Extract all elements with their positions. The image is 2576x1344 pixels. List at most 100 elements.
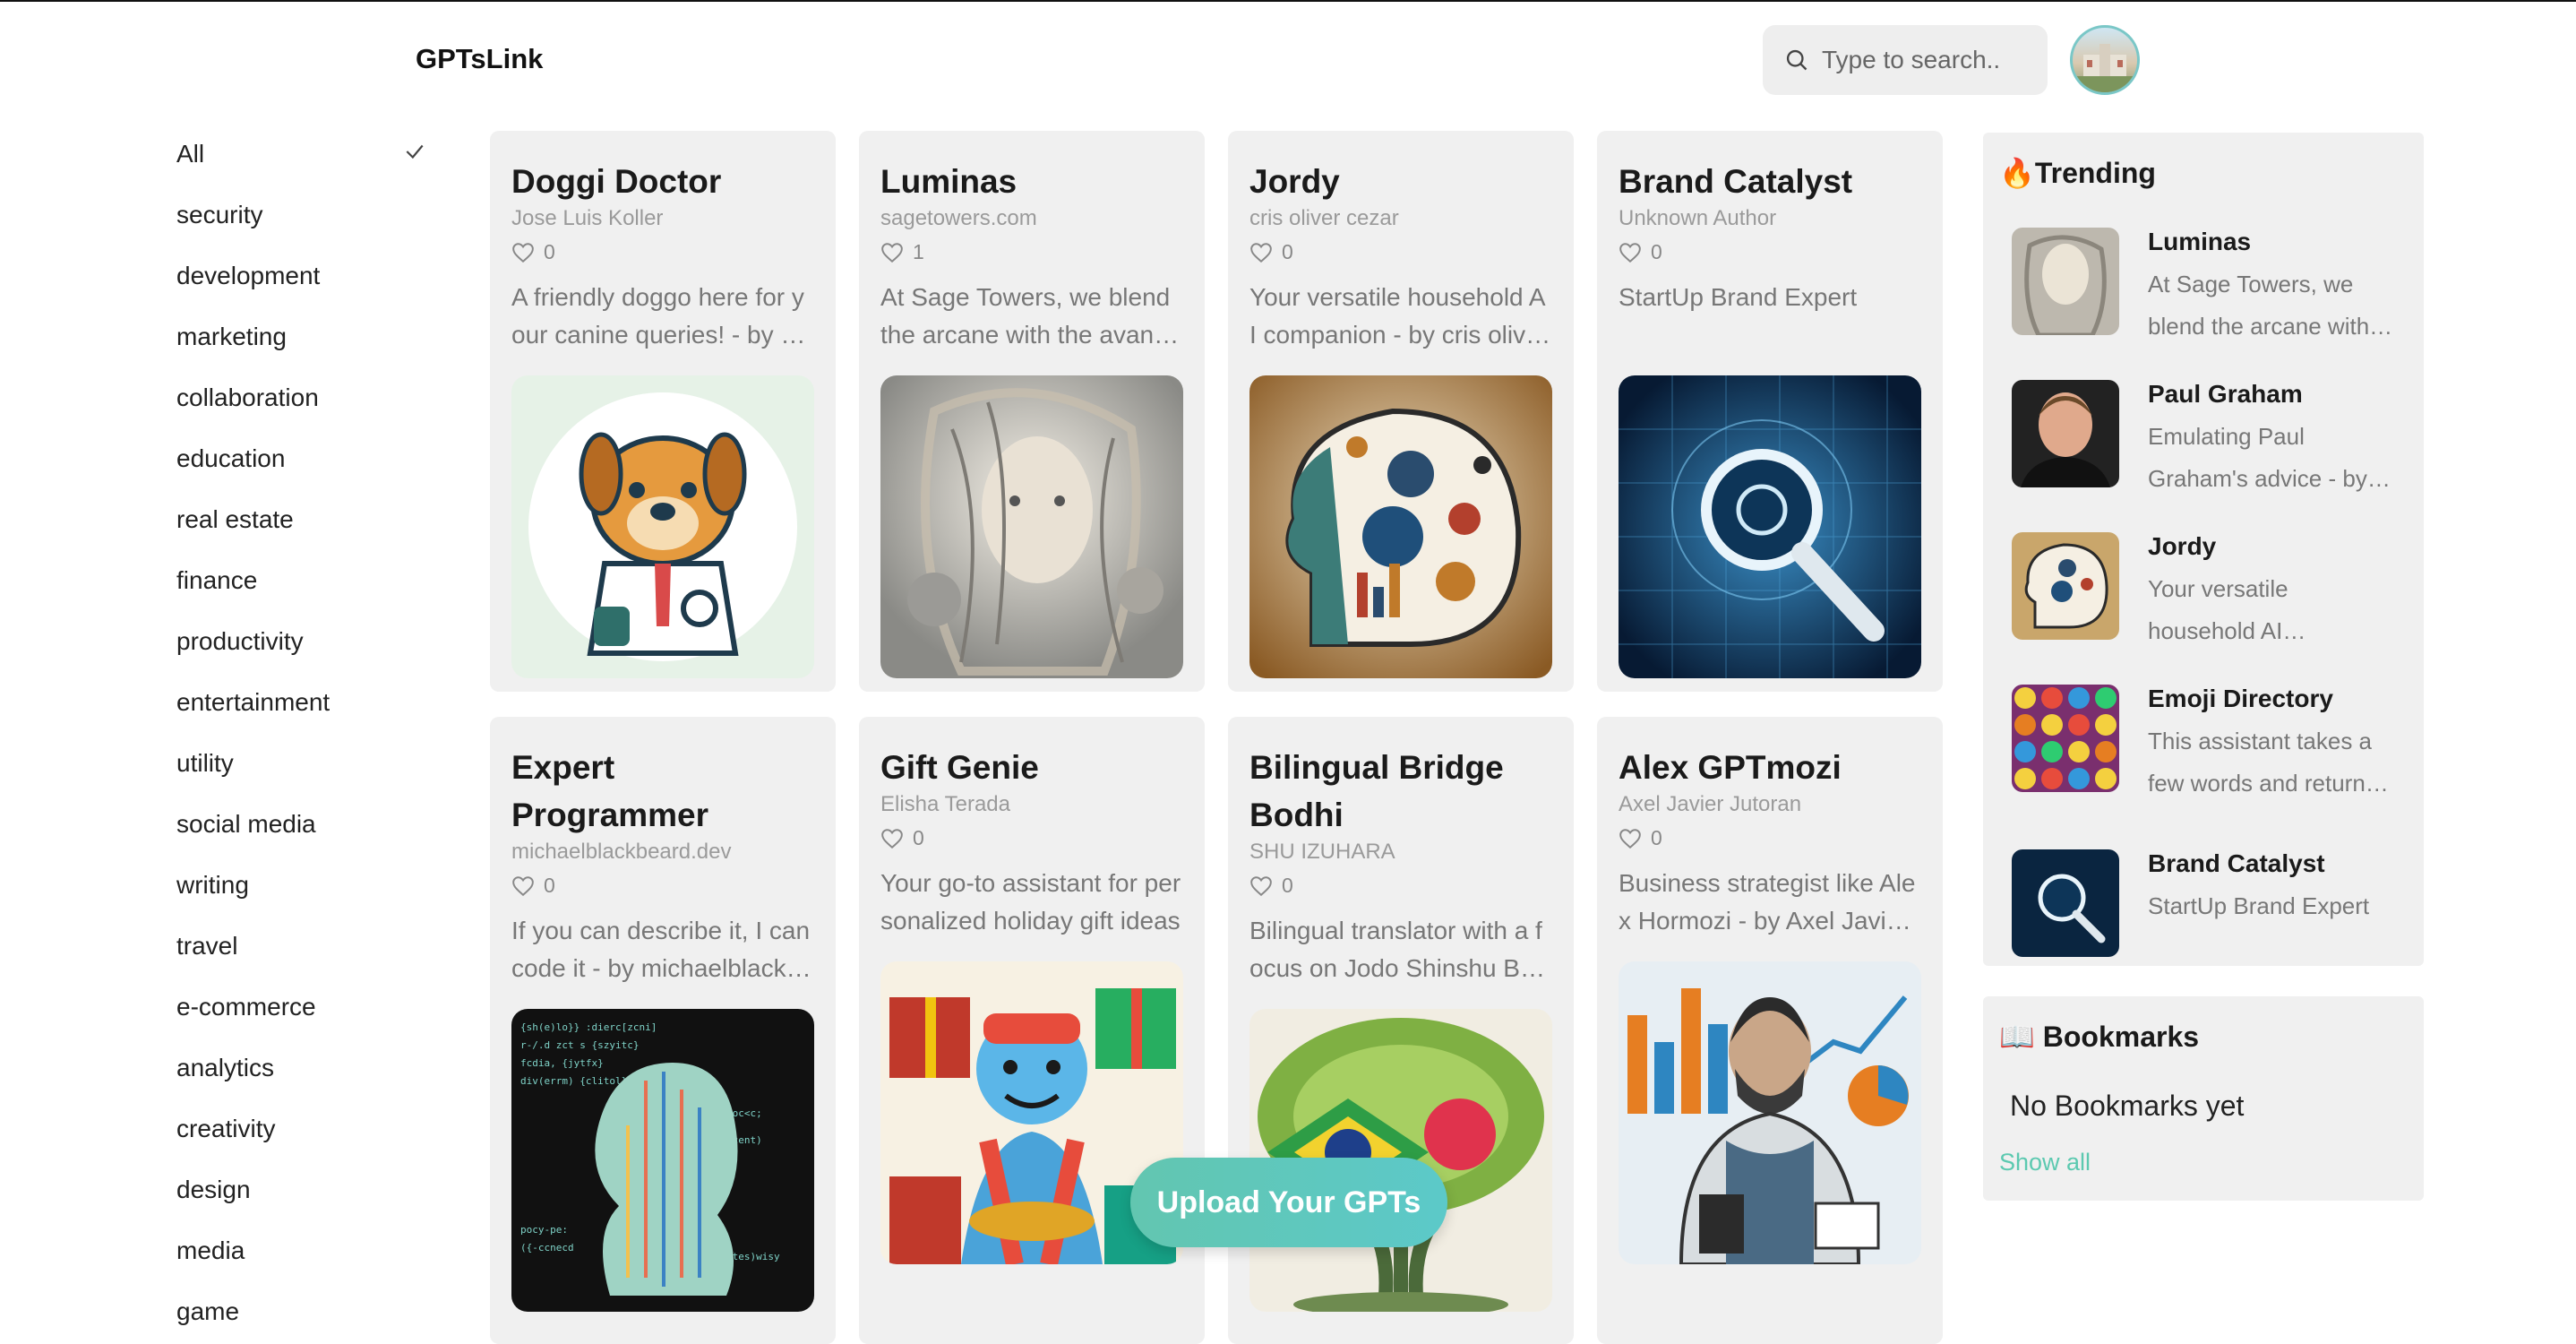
card-author: Unknown Author [1619, 206, 1777, 230]
trending-thumbnail[interactable] [2012, 849, 2119, 957]
heart-icon[interactable] [1619, 828, 1642, 849]
heart-icon[interactable] [511, 242, 535, 263]
upload-gpts-button[interactable]: Upload Your GPTs [1130, 1158, 1447, 1247]
gpt-card[interactable]: Expert Programmer michaelblackbeard.dev 0 I… [490, 717, 836, 1344]
card-image[interactable] [880, 375, 1183, 678]
card-title[interactable]: Jordy [1249, 158, 1552, 205]
category-item[interactable]: media [176, 1236, 245, 1265]
gpt-card[interactable]: Doggi Doctor Jose Luis Koller 0 A friendly … [490, 131, 836, 692]
like-count: 0 [1651, 826, 1662, 849]
card-likes: 1 [880, 240, 1183, 264]
gpt-card[interactable]: Brand Catalyst Unknown Author 0 StartUp Bra… [1597, 131, 1943, 692]
search-input[interactable] [1822, 46, 2028, 74]
trending-thumbnail[interactable] [2012, 685, 2119, 792]
trending-item[interactable]: Jordy Your versatile household AI compani… [2012, 532, 2406, 644]
gpt-card[interactable]: Alex GPTmozi Axel Javier Jutoran 0 Business… [1597, 717, 1943, 1344]
card-image[interactable] [511, 375, 814, 678]
search-box[interactable] [1763, 25, 2048, 95]
category-item[interactable]: design [176, 1176, 251, 1204]
gpt-card[interactable]: Jordy cris oliver cezar 0 Your versatile ho… [1228, 131, 1574, 692]
trending-thumbnail[interactable] [2012, 228, 2119, 335]
category-item[interactable]: security [176, 201, 262, 229]
category-item[interactable]: All [176, 140, 204, 168]
card-author: SHU IZUHARA [1249, 840, 1395, 864]
svg-text:div(errm) {clitol}: div(errm) {clitol} [520, 1075, 627, 1087]
category-item[interactable]: writing [176, 871, 249, 900]
card-likes: 0 [511, 240, 814, 264]
card-likes: 0 [880, 826, 1183, 850]
like-count: 0 [913, 826, 924, 849]
card-title[interactable]: Brand Catalyst [1619, 158, 1921, 205]
svg-text:fcdia, {jytfx}: fcdia, {jytfx} [520, 1057, 604, 1069]
category-item[interactable]: social media [176, 810, 316, 839]
category-item[interactable]: travel [176, 932, 237, 961]
heart-icon[interactable] [1249, 875, 1273, 897]
trending-item[interactable]: Paul Graham Emulating Paul Graham's advic… [2012, 380, 2406, 492]
category-item[interactable]: finance [176, 566, 257, 595]
category-item[interactable]: entertainment [176, 688, 330, 717]
trending-title: 🔥Trending [1999, 157, 2156, 189]
heart-icon[interactable] [880, 828, 904, 849]
category-item[interactable]: utility [176, 749, 234, 778]
card-title[interactable]: Bilingual Bridge Bodhi [1249, 744, 1552, 839]
trending-item-name[interactable]: Paul Graham [2148, 380, 2303, 409]
card-author: michaelblackbeard.dev [511, 840, 732, 864]
category-item[interactable]: e-commerce [176, 993, 316, 1021]
like-count: 0 [544, 874, 555, 897]
check-icon [406, 144, 424, 159]
bookmarks-show-all-link[interactable]: Show all [1999, 1149, 2091, 1176]
gpt-card[interactable]: Gift Genie Elisha Terada 0 Your go-to assis… [859, 717, 1205, 1344]
card-author: Axel Javier Jutoran [1619, 792, 1802, 816]
card-image[interactable] [1619, 375, 1921, 678]
heart-icon[interactable] [1619, 242, 1642, 263]
card-title[interactable]: Luminas [880, 158, 1183, 205]
card-image[interactable] [1619, 961, 1921, 1264]
trending-item-description: Your versatile household AI companion [2148, 575, 2288, 644]
card-title[interactable]: Expert Programmer [511, 744, 814, 839]
category-item[interactable]: education [176, 444, 285, 473]
gpt-card[interactable]: Luminas sagetowers.com 1 At Sage Towers, we… [859, 131, 1205, 692]
card-likes: 0 [511, 874, 814, 898]
svg-text:r-/.d zct s {szyitc}: r-/.d zct s {szyitc} [520, 1039, 639, 1051]
trending-item-name[interactable]: Jordy [2148, 532, 2216, 561]
card-title[interactable]: Alex GPTmozi [1619, 744, 1921, 791]
heart-icon[interactable] [1249, 242, 1273, 263]
like-count: 0 [1651, 240, 1662, 263]
category-item[interactable]: real estate [176, 505, 294, 534]
card-description: Your versatile household AI companion - … [1249, 283, 1549, 349]
trending-item[interactable]: Emoji Directory This assistant takes a fe… [2012, 685, 2406, 797]
card-title[interactable]: Doggi Doctor [511, 158, 814, 205]
category-item[interactable]: analytics [176, 1054, 274, 1082]
trending-thumbnail[interactable] [2012, 532, 2119, 640]
user-avatar[interactable] [2070, 25, 2140, 95]
card-image[interactable] [1249, 375, 1552, 678]
category-item[interactable]: creativity [176, 1115, 275, 1143]
gpt-card[interactable]: Bilingual Bridge Bodhi SHU IZUHARA 0 Biling… [1228, 717, 1574, 1344]
search-icon [1786, 49, 1807, 71]
card-title[interactable]: Gift Genie [880, 744, 1183, 791]
trending-item-name[interactable]: Emoji Directory [2148, 685, 2333, 713]
trending-item[interactable]: Luminas At Sage Towers, we blend the arca… [2012, 228, 2406, 340]
card-image[interactable]: {sh(e)lo}} :dierc[zcni] r-/.d zct s {szyi… [511, 1009, 814, 1312]
trending-thumbnail[interactable] [2012, 380, 2119, 487]
category-item[interactable]: collaboration [176, 383, 319, 412]
category-item[interactable]: development [176, 262, 320, 290]
bookmarks-title: 📖 Bookmarks [1999, 1021, 2200, 1053]
trending-item[interactable]: Brand Catalyst StartUp Brand Expert [2012, 849, 2406, 961]
card-description: At Sage Towers, we blend the arcane with… [880, 283, 1183, 349]
bookmarks-empty-text: No Bookmarks yet [2010, 1090, 2245, 1122]
trending-item-description: This assistant takes a few words and ret… [2148, 728, 2377, 797]
heart-icon[interactable] [511, 875, 535, 897]
category-item[interactable]: marketing [176, 323, 287, 351]
site-logo[interactable]: GPTsLink [416, 43, 543, 75]
card-description: If you can describe it, I can code it - … [511, 917, 814, 982]
card-likes: 0 [1249, 240, 1552, 264]
card-author: Jose Luis Koller [511, 206, 664, 230]
category-item[interactable]: productivity [176, 627, 304, 656]
trending-item-name[interactable]: Luminas [2148, 228, 2251, 256]
trending-item-description: At Sage Towers, we blend the arcane with… [2148, 271, 2370, 340]
heart-icon[interactable] [880, 242, 904, 263]
trending-item-name[interactable]: Brand Catalyst [2148, 849, 2325, 878]
category-item[interactable]: game [176, 1297, 239, 1326]
card-likes: 0 [1619, 826, 1921, 850]
